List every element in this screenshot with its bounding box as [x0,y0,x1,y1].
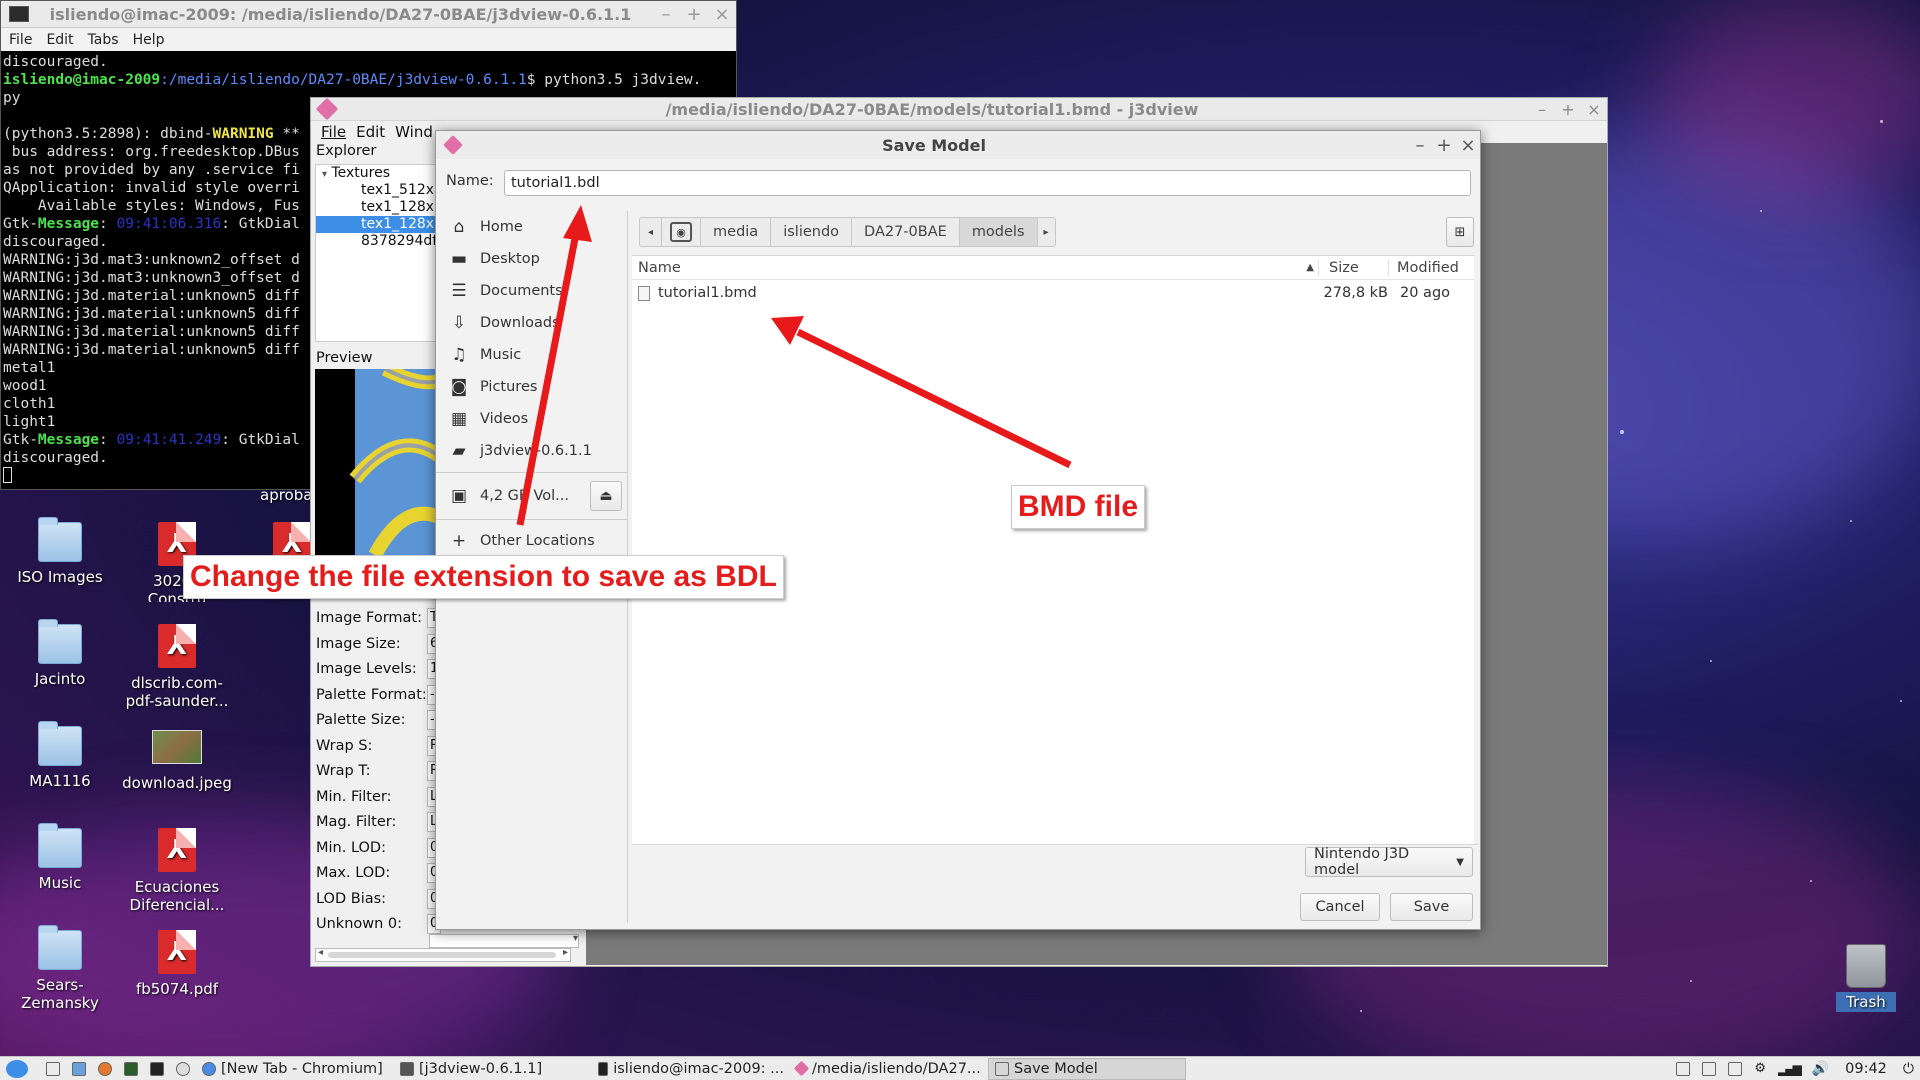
lubuntu-logo-icon [6,1059,28,1078]
power-icon: ⏻ [1902,1060,1914,1077]
firefox-icon [98,1061,112,1076]
arrow-to-filename [516,227,581,526]
network-signal-icon: ▂▄▆ [1778,1061,1802,1076]
show-desktop-icon [46,1061,60,1076]
terminal-icon [598,1061,609,1076]
taskbar-item-j3dview-folder[interactable]: [j3dview-0.6.1.1] [394,1058,592,1080]
taskbar-item-save-model[interactable]: Save Model [988,1057,1186,1080]
taskbar-item-label: [New Tab - Chromium] [221,1060,383,1077]
arrow-to-bmd-file [796,328,1072,469]
terminal-icon [150,1061,164,1076]
taskbar: [New Tab - Chromium] [j3dview-0.6.1.1] i… [0,1056,1920,1080]
show-desktop-button[interactable] [40,1058,66,1080]
file-manager-icon [72,1061,86,1076]
taskbar-item-terminal[interactable]: isliendo@imac-2009: ... [592,1058,790,1080]
taskbar-item-label: /media/isliendo/DA27... [812,1060,981,1077]
taskbar-item-label: Save Model [1014,1060,1098,1077]
tray-window-button[interactable] [1670,1058,1696,1080]
launcher-files[interactable] [66,1058,92,1080]
window-icon [995,1061,1009,1076]
tray-network-button[interactable]: ▂▄▆ [1772,1058,1806,1080]
launcher-firefox[interactable] [92,1058,118,1080]
tray-updates-button[interactable]: ⚙ [1748,1058,1772,1080]
window-icon [1676,1061,1691,1076]
tray-workspace-button[interactable] [1696,1058,1722,1080]
start-menu-button[interactable] [0,1058,40,1080]
arrow-to-filename-head [563,205,592,242]
clock[interactable]: 09:42 [1835,1058,1897,1080]
system-monitor-icon [124,1061,138,1076]
annotation-arrows [516,205,1072,526]
bmd-file-callout: BMD file [1011,485,1145,529]
launcher-other[interactable] [170,1058,196,1080]
clipboard-icon [1728,1061,1743,1076]
launcher-terminal[interactable] [144,1058,170,1080]
tray-power-button[interactable]: ⏻ [1897,1058,1920,1080]
taskbar-item-label: [j3dview-0.6.1.1] [419,1060,543,1077]
tray-volume-button[interactable]: 🔊 [1806,1058,1835,1080]
taskbar-item-j3dview[interactable]: /media/isliendo/DA27... [790,1058,988,1080]
workspace-icon [1702,1061,1717,1076]
app-icon [176,1061,190,1076]
j3dview-icon [793,1060,810,1077]
taskbar-item-chromium[interactable]: [New Tab - Chromium] [196,1058,394,1080]
chromium-icon [202,1061,216,1076]
folder-icon [400,1061,414,1076]
updates-icon: ⚙ [1754,1061,1766,1076]
volume-icon: 🔊 [1811,1060,1830,1077]
taskbar-item-label: isliendo@imac-2009: ... [613,1060,784,1077]
tray-clipboard-button[interactable] [1722,1058,1748,1080]
launcher-system-monitor[interactable] [118,1058,144,1080]
extension-note-callout: Change the file extension to save as BDL [183,555,784,599]
